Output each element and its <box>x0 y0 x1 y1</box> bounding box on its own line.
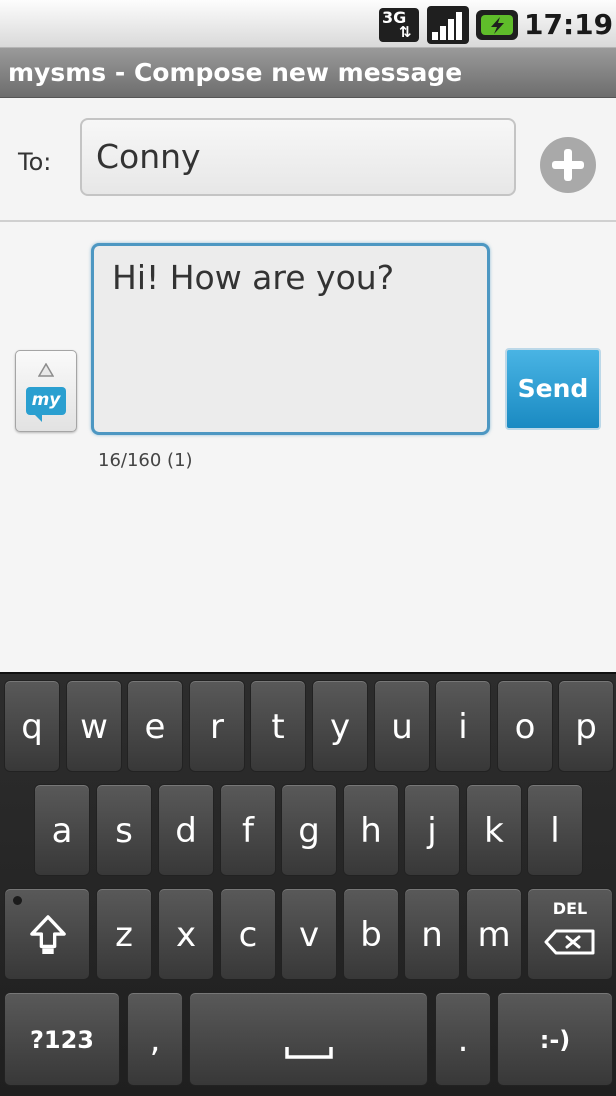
app-title: mysms - Compose new message <box>8 58 463 87</box>
key-n[interactable]: n <box>404 888 460 980</box>
key-y[interactable]: y <box>312 680 368 772</box>
key-x[interactable]: x <box>158 888 214 980</box>
key-f[interactable]: f <box>220 784 276 876</box>
space-bar-icon <box>285 1047 333 1059</box>
key-z[interactable]: z <box>96 888 152 980</box>
attach-button[interactable]: my <box>15 350 77 432</box>
key-p[interactable]: p <box>558 680 614 772</box>
key-m[interactable]: m <box>466 888 522 980</box>
status-bar: 3G ⇅ 17:19 <box>0 0 616 48</box>
key-q[interactable]: q <box>4 680 60 772</box>
period-key[interactable]: . <box>435 992 491 1086</box>
key-b[interactable]: b <box>343 888 399 980</box>
key-a[interactable]: a <box>34 784 90 876</box>
add-contact-button[interactable] <box>540 137 596 193</box>
key-g[interactable]: g <box>281 784 337 876</box>
key-r[interactable]: r <box>189 680 245 772</box>
key-c[interactable]: c <box>220 888 276 980</box>
key-k[interactable]: k <box>466 784 522 876</box>
del-label: DEL <box>552 899 588 918</box>
message-input[interactable]: Hi! How are you? <box>91 243 490 435</box>
recipient-input[interactable]: Conny <box>80 118 516 196</box>
key-o[interactable]: o <box>497 680 553 772</box>
recipient-row: To: Conny <box>0 98 616 222</box>
3g-network-icon: 3G ⇅ <box>379 8 419 42</box>
send-button[interactable]: Send <box>505 348 601 430</box>
key-w[interactable]: w <box>66 680 122 772</box>
mysms-logo-icon: my <box>26 387 66 422</box>
shift-arrow-icon <box>30 915 66 954</box>
battery-charging-icon <box>476 10 518 40</box>
symbols-key[interactable]: ?123 <box>4 992 120 1086</box>
shift-indicator-dot <box>13 896 22 905</box>
key-h[interactable]: h <box>343 784 399 876</box>
key-u[interactable]: u <box>374 680 430 772</box>
key-d[interactable]: d <box>158 784 214 876</box>
key-t[interactable]: t <box>250 680 306 772</box>
backspace-icon <box>544 929 595 955</box>
smiley-key[interactable]: :-) <box>497 992 613 1086</box>
space-key[interactable] <box>189 992 428 1086</box>
character-counter: 16/160 (1) <box>98 450 193 471</box>
title-bar: mysms - Compose new message <box>0 48 616 98</box>
key-v[interactable]: v <box>281 888 337 980</box>
key-s[interactable]: s <box>96 784 152 876</box>
clock: 17:19 <box>524 8 614 41</box>
delete-key[interactable]: DEL <box>527 888 613 980</box>
signal-strength-icon <box>427 6 469 44</box>
expand-up-icon <box>38 363 54 377</box>
to-label: To: <box>18 148 52 176</box>
key-i[interactable]: i <box>435 680 491 772</box>
key-l[interactable]: l <box>527 784 583 876</box>
key-e[interactable]: e <box>127 680 183 772</box>
comma-key[interactable]: , <box>127 992 183 1086</box>
key-j[interactable]: j <box>404 784 460 876</box>
